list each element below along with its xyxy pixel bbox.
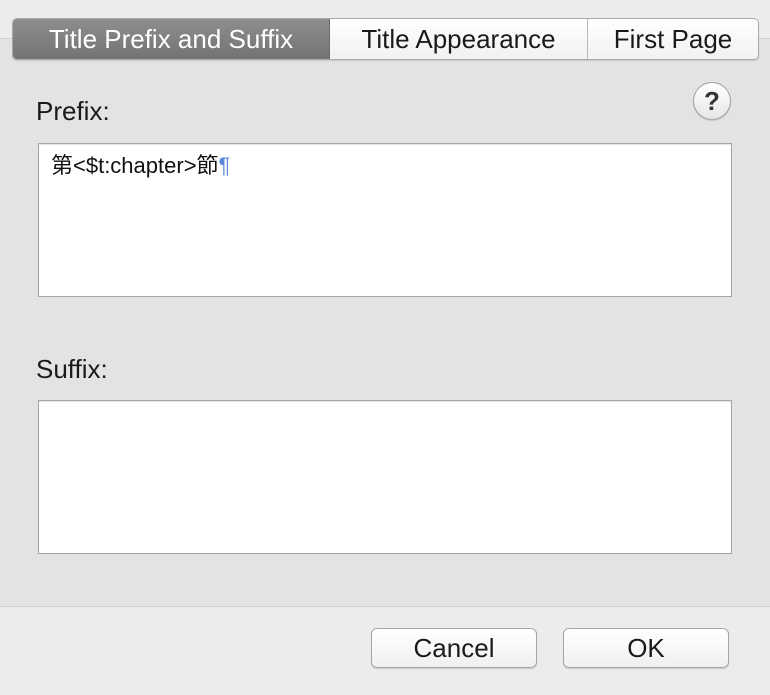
question-mark-icon: ? — [704, 85, 720, 116]
prefix-text-content: 第<$t:chapter>節¶ — [51, 148, 230, 180]
tab-first-page[interactable]: First Page — [588, 19, 758, 59]
suffix-label: Suffix: — [36, 354, 108, 384]
help-button[interactable]: ? — [693, 82, 731, 120]
prefix-text-area[interactable]: 第<$t:chapter>節¶ — [38, 143, 732, 297]
prefix-value: 第<$t:chapter>節 — [51, 153, 219, 178]
tab-title-prefix-suffix[interactable]: Title Prefix and Suffix — [13, 19, 330, 59]
suffix-text-area[interactable] — [38, 400, 732, 554]
pilcrow-icon: ¶ — [218, 153, 231, 178]
cancel-button[interactable]: Cancel — [371, 628, 537, 668]
tab-bar: Title Prefix and Suffix Title Appearance… — [12, 18, 759, 60]
prefix-label: Prefix: — [36, 96, 110, 126]
tab-title-appearance[interactable]: Title Appearance — [330, 19, 588, 59]
ok-button[interactable]: OK — [563, 628, 729, 668]
